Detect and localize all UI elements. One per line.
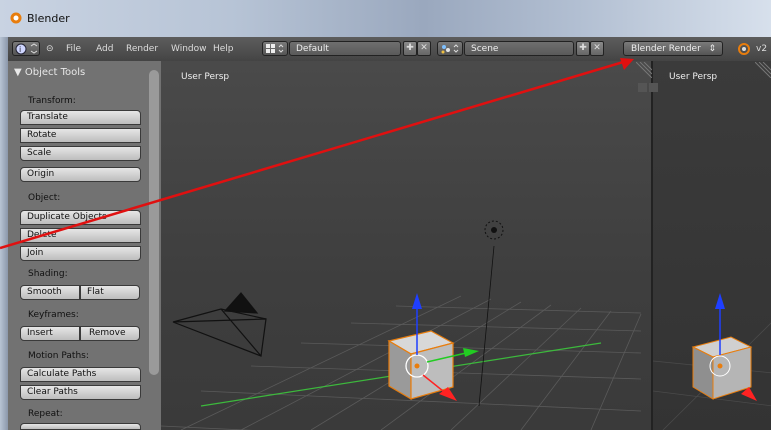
viewport2-corner-widget-icon[interactable] (755, 62, 771, 78)
collapse-menu-icon[interactable]: ⊝ (46, 42, 54, 56)
keyframes-label: Keyframes: (28, 310, 79, 320)
viewport-split-icon[interactable] (638, 83, 658, 93)
layout-grid-icon (266, 44, 284, 53)
remove-layout-button[interactable]: ✕ (417, 41, 431, 56)
version-text: v2 (756, 44, 768, 54)
render-engine-label: Blender Render (631, 44, 701, 54)
motion-paths-label: Motion Paths: (28, 351, 89, 361)
menu-window[interactable]: Window (171, 42, 207, 56)
editor-type-button[interactable]: i (12, 41, 40, 56)
repeat-last-button[interactable] (20, 423, 141, 430)
duplicate-objects-button[interactable]: Duplicate Objects (20, 210, 141, 225)
camera-object (172, 292, 267, 357)
remove-scene-button[interactable]: ✕ (590, 41, 604, 56)
blender-version-icon (738, 43, 750, 55)
menu-render[interactable]: Render (126, 42, 158, 56)
scene-icon (441, 44, 459, 54)
window-titlebar: Blender (0, 0, 771, 37)
add-scene-button[interactable]: ✚ (576, 41, 590, 56)
viewport-corner-widget-icon[interactable] (636, 62, 652, 78)
window-title: Blender (27, 12, 70, 25)
calculate-paths-button[interactable]: Calculate Paths (20, 367, 141, 382)
clear-paths-button[interactable]: Clear Paths (20, 385, 141, 400)
flat-button[interactable]: Flat (80, 285, 140, 300)
transform-label: Transform: (28, 96, 76, 106)
object-label: Object: (28, 193, 61, 203)
menu-add[interactable]: Add (96, 42, 113, 56)
screen-layout-button[interactable] (262, 41, 288, 56)
chevron-updown-icon: ⇕ (708, 44, 716, 54)
rotate-button[interactable]: Rotate (20, 128, 141, 143)
scene-drawing-2 (653, 293, 771, 430)
top-menu-bar: i ⊝ File Add Render Window Help Default … (8, 37, 771, 62)
object-tools-header[interactable]: ▼ Object Tools (14, 67, 85, 78)
render-engine-select[interactable]: Blender Render ⇕ (623, 41, 723, 56)
add-layout-button[interactable]: ✚ (403, 41, 417, 56)
blender-logo-icon (10, 12, 22, 24)
lamp-object (478, 220, 504, 407)
delete-button[interactable]: Delete (20, 228, 141, 243)
remove-keyframe-button[interactable]: Remove (80, 326, 140, 341)
secondary-3d-viewport[interactable]: User Persp (651, 61, 771, 430)
info-icon: i (15, 43, 38, 55)
window-frame-left (0, 37, 8, 430)
tool-panel-scrollbar[interactable] (149, 70, 159, 375)
scene-field[interactable]: Scene (464, 41, 574, 56)
smooth-button[interactable]: Smooth (20, 285, 80, 300)
svg-text:i: i (19, 45, 21, 54)
shading-label: Shading: (28, 269, 68, 279)
menu-file[interactable]: File (66, 42, 81, 56)
scene-drawing (161, 220, 642, 430)
scale-button[interactable]: Scale (20, 146, 141, 161)
join-button[interactable]: Join (20, 246, 141, 261)
cube-object (387, 330, 455, 401)
origin-button[interactable]: Origin (20, 167, 141, 182)
screen-layout-field[interactable]: Default (289, 41, 401, 56)
insert-keyframe-button[interactable]: Insert (20, 326, 80, 341)
repeat-label: Repeat: (28, 409, 63, 419)
scene-browse-button[interactable] (437, 41, 463, 56)
translate-button[interactable]: Translate (20, 110, 141, 125)
3d-viewport[interactable]: User Persp (161, 61, 651, 430)
menu-help[interactable]: Help (213, 42, 234, 56)
